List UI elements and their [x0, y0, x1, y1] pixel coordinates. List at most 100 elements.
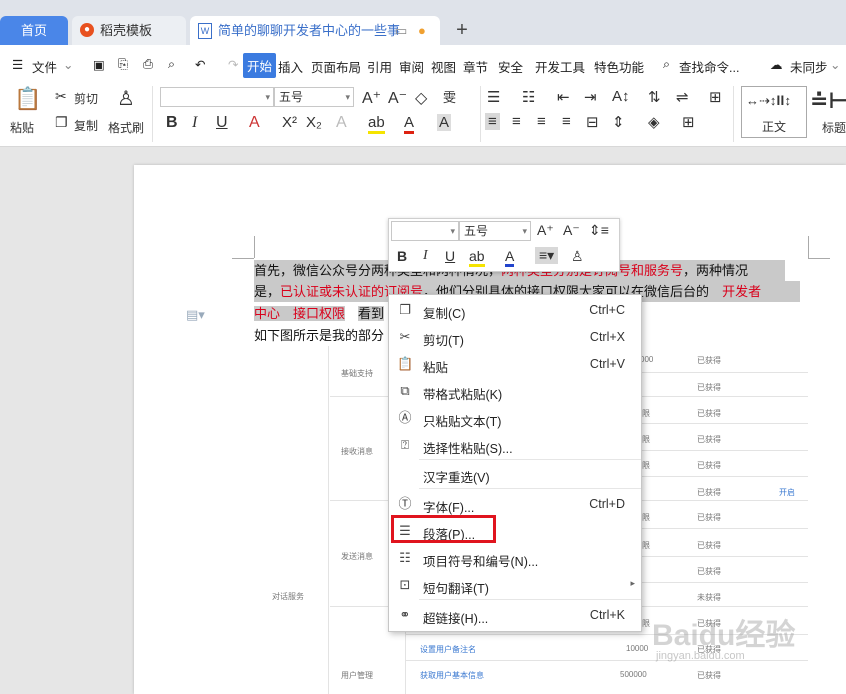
- align-icon[interactable]: ≡▾: [535, 247, 559, 264]
- numbered-list-icon[interactable]: ☷: [522, 88, 535, 106]
- menu-security[interactable]: 安全: [498, 57, 523, 76]
- bold-icon[interactable]: B: [166, 114, 178, 132]
- strikethrough-icon[interactable]: A: [249, 114, 260, 132]
- decrease-indent-icon[interactable]: ⇤: [557, 88, 570, 106]
- increase-indent-icon[interactable]: ⇥: [584, 88, 597, 106]
- save-icon[interactable]: ▣: [93, 57, 105, 72]
- ctx-paste-text-only[interactable]: Ⓐ 只粘贴文本(T): [389, 405, 641, 432]
- paragraph-layout-icon[interactable]: ▤▾: [186, 307, 205, 323]
- menu-view[interactable]: 视图: [431, 57, 456, 76]
- tab-document[interactable]: W 简单的聊聊开发者中心的一些事 ▭ ●: [190, 16, 440, 45]
- paste-icon[interactable]: 📋: [14, 86, 41, 112]
- new-tab-button[interactable]: +: [450, 16, 474, 45]
- borders-icon[interactable]: ⊞: [682, 113, 695, 131]
- hamburger-icon[interactable]: ☰: [12, 57, 23, 72]
- copy-button[interactable]: 复制: [74, 117, 98, 134]
- show-marks-icon[interactable]: ⇌: [676, 88, 689, 106]
- menu-chapter[interactable]: 章节: [463, 57, 488, 76]
- ctx-paste[interactable]: 📋 粘贴 Ctrl+V: [389, 351, 641, 378]
- doc-line-4[interactable]: 如下图所示是我的部分: [254, 325, 384, 346]
- ctx-cut[interactable]: ✂ 剪切(T) Ctrl+X: [389, 324, 641, 351]
- tab-home[interactable]: 首页: [0, 16, 68, 45]
- ctx-hyperlink[interactable]: ⚭ 超链接(H)... Ctrl+K: [389, 602, 641, 629]
- clear-format-icon[interactable]: ◇: [415, 88, 427, 108]
- style-normal[interactable]: ↔⇢↕𝐈𝐈↕ 正文: [741, 86, 807, 138]
- highlight-icon[interactable]: ab: [469, 248, 485, 267]
- shrink-font-icon[interactable]: A⁻: [563, 222, 580, 239]
- sync-status[interactable]: 未同步: [790, 57, 828, 76]
- cloud-icon[interactable]: ☁: [770, 57, 783, 72]
- italic-icon[interactable]: I: [423, 248, 428, 264]
- menu-file[interactable]: 文件: [32, 57, 57, 76]
- chevron-down-icon[interactable]: ⌄: [830, 57, 840, 72]
- doc-line-3[interactable]: 中心 接口权限 看到: [254, 303, 385, 324]
- underline-icon[interactable]: U: [216, 114, 228, 132]
- text-effect-icon[interactable]: A: [336, 114, 347, 132]
- table-api-link[interactable]: 获取用户基本信息: [420, 670, 484, 681]
- chevron-down-icon[interactable]: ⌄: [63, 57, 73, 72]
- ctx-paste-special[interactable]: ⍰ 选择性粘贴(S)...: [389, 432, 641, 459]
- paste-button[interactable]: 粘贴: [10, 119, 34, 136]
- table-icon[interactable]: ⊞: [709, 88, 722, 106]
- copy-icon[interactable]: ❐: [55, 114, 68, 131]
- menu-insert[interactable]: 插入: [278, 57, 303, 76]
- menu-page-layout[interactable]: 页面布局: [311, 57, 361, 76]
- align-center-icon[interactable]: ≡: [512, 113, 521, 130]
- bullet-list-icon[interactable]: ☰: [487, 88, 500, 106]
- undo-icon[interactable]: ↶: [195, 57, 205, 72]
- font-color-icon[interactable]: A: [505, 248, 515, 267]
- redo-icon[interactable]: ↷: [228, 57, 238, 72]
- grow-font-icon[interactable]: A⁺: [362, 88, 381, 108]
- align-left-icon[interactable]: ≡: [485, 113, 500, 130]
- search-icon[interactable]: ⌕: [663, 57, 670, 72]
- bold-icon[interactable]: B: [397, 248, 407, 264]
- format-painter-icon[interactable]: ♙: [571, 248, 584, 265]
- char-shading-icon[interactable]: A: [437, 114, 452, 131]
- format-painter-button[interactable]: 格式刷: [108, 119, 144, 136]
- table-api-link[interactable]: 设置用户备注名: [420, 644, 476, 655]
- ctx-translate[interactable]: ⊡ 短句翻译(T) ▸: [389, 572, 641, 599]
- font-family-select[interactable]: ▾: [160, 87, 274, 107]
- command-search[interactable]: 查找命令...: [679, 57, 739, 76]
- table-open-link[interactable]: 开启: [779, 487, 795, 498]
- export-icon[interactable]: ⎘: [118, 57, 128, 72]
- grow-font-icon[interactable]: A⁺: [537, 222, 554, 239]
- text-direction-icon[interactable]: A↕: [612, 88, 630, 105]
- ctx-font[interactable]: Ⓣ 字体(F)... Ctrl+D: [389, 491, 641, 518]
- italic-icon[interactable]: I: [192, 114, 197, 132]
- ctx-bullets-numbering[interactable]: ☷ 项目符号和编号(N)...: [389, 545, 641, 572]
- format-painter-icon[interactable]: ♙: [117, 86, 135, 111]
- cut-button[interactable]: 剪切: [74, 90, 98, 107]
- sort-icon[interactable]: ⇅: [648, 88, 661, 106]
- shrink-font-icon[interactable]: A⁻: [388, 88, 407, 108]
- print-icon[interactable]: ⎙: [143, 57, 153, 72]
- justify-icon[interactable]: ≡: [562, 113, 571, 130]
- ctx-copy[interactable]: ❐ 复制(C) Ctrl+C: [389, 297, 641, 324]
- menu-special[interactable]: 特色功能: [594, 57, 644, 76]
- mini-font-size-select[interactable]: 五号 ▾: [459, 221, 531, 241]
- ctx-paste-with-format[interactable]: ⧉ 带格式粘贴(K): [389, 378, 641, 405]
- monitor-icon[interactable]: ▭: [395, 16, 407, 45]
- menu-review[interactable]: 审阅: [399, 57, 424, 76]
- line-spacing-icon[interactable]: ⇕: [612, 113, 625, 131]
- line-spacing-icon[interactable]: ⇕≡: [589, 222, 609, 239]
- font-size-select[interactable]: 五号 ▾: [274, 87, 354, 107]
- shading-icon[interactable]: ◈: [648, 113, 660, 131]
- font-color-icon[interactable]: A: [404, 114, 415, 134]
- phonetic-icon[interactable]: 雯: [443, 87, 456, 106]
- underline-icon[interactable]: U: [445, 248, 455, 264]
- superscript-icon[interactable]: X²: [282, 114, 297, 131]
- align-right-icon[interactable]: ≡: [537, 113, 546, 130]
- style-heading[interactable]: ≐⊢ 标题: [810, 86, 846, 136]
- distribute-icon[interactable]: ⊟: [586, 113, 599, 131]
- ctx-reselect-chinese[interactable]: 汉字重选(V): [389, 461, 641, 488]
- menu-developer[interactable]: 开发工具: [535, 57, 585, 76]
- preview-icon[interactable]: ⌕: [168, 57, 175, 72]
- menu-references[interactable]: 引用: [367, 57, 392, 76]
- highlight-icon[interactable]: ab: [368, 114, 385, 134]
- menu-start[interactable]: 开始: [243, 53, 277, 78]
- tab-template[interactable]: ● 稻壳模板: [72, 16, 186, 45]
- scissors-icon[interactable]: ✂: [55, 88, 67, 105]
- mini-font-family-select[interactable]: ▾: [391, 221, 459, 241]
- subscript-icon[interactable]: X₂: [306, 114, 322, 131]
